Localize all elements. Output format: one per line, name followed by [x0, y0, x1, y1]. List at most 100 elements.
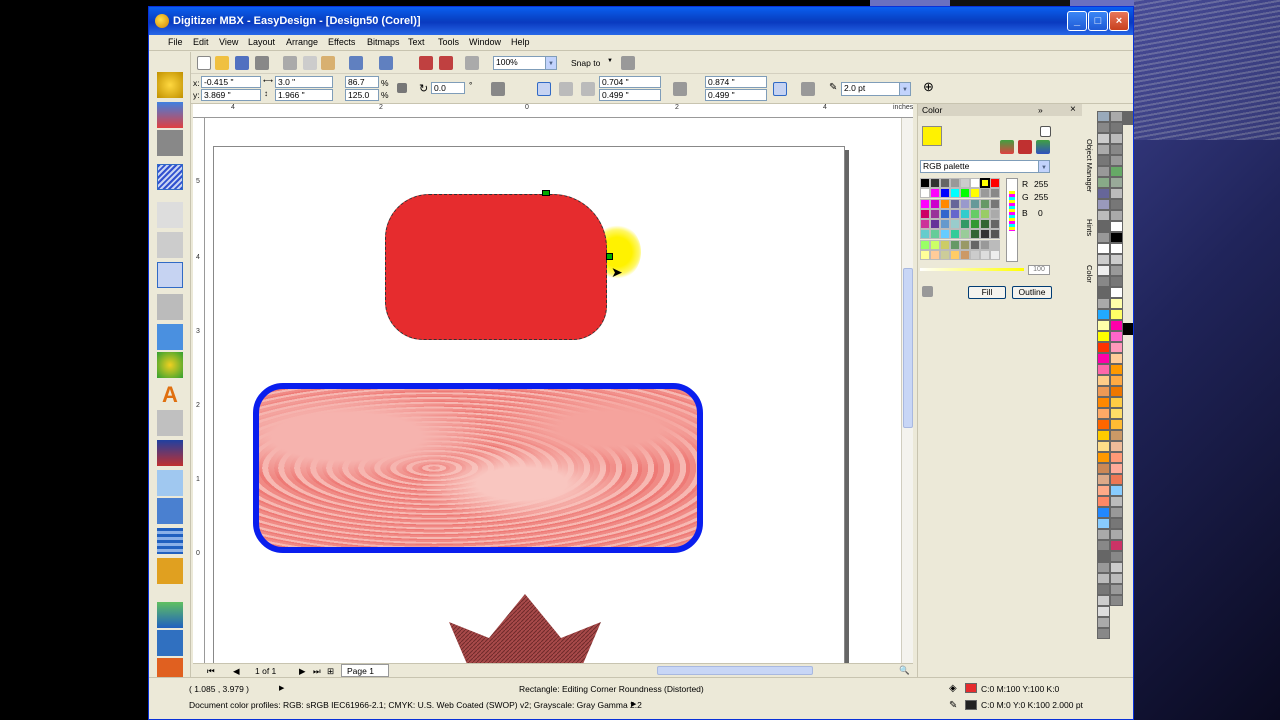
snap-to-label[interactable]: Snap to — [571, 58, 600, 68]
menu-text[interactable]: Text — [408, 37, 425, 47]
add-page-icon[interactable]: ⊞ — [327, 666, 334, 677]
palette-view-icon[interactable] — [1036, 140, 1050, 154]
stitch-tool-icon[interactable] — [157, 130, 183, 156]
maximize-button[interactable]: □ — [1088, 11, 1108, 31]
corner-radius-top-left[interactable]: 0.704 " — [599, 76, 661, 88]
tab-object-manager[interactable]: Object Manager — [1082, 139, 1094, 192]
color-model-icon[interactable] — [1000, 140, 1014, 154]
redo-icon[interactable] — [379, 56, 393, 70]
menu-arrange[interactable]: Arrange — [286, 37, 318, 47]
import-stitch-icon[interactable] — [157, 602, 183, 628]
first-page-icon[interactable]: ⏮ — [207, 666, 215, 677]
knife-tool-icon[interactable] — [157, 294, 183, 320]
horizontal-scroll-thumb[interactable] — [657, 666, 813, 675]
red-rounded-rectangle[interactable] — [385, 194, 607, 340]
export-icon[interactable] — [439, 56, 453, 70]
fill-color-swatch[interactable] — [965, 683, 977, 693]
expand-docker-icon[interactable]: » — [1038, 105, 1043, 115]
color-palette-strip[interactable] — [1097, 111, 1110, 681]
play-icon[interactable] — [1040, 126, 1051, 137]
menu-tools[interactable]: Tools — [438, 37, 459, 47]
outline-tool-icon[interactable] — [157, 498, 183, 524]
machine-icon[interactable] — [157, 630, 183, 656]
height-field[interactable]: 1.966 " — [275, 89, 333, 101]
fill-stitch-tool-icon[interactable] — [157, 164, 183, 190]
outline-width-combo[interactable]: 2.0 pt ▼ — [841, 82, 911, 96]
menu-window[interactable]: Window — [469, 37, 501, 47]
corner-radius-bottom-left[interactable]: 0.499 " — [599, 89, 661, 101]
tint-slider[interactable] — [920, 268, 1024, 271]
wizard-tool-icon[interactable] — [157, 102, 183, 128]
zoom-combo[interactable]: 100% ▼ — [493, 56, 557, 70]
corner-node-handle[interactable] — [542, 190, 550, 196]
chevron-down-icon[interactable]: ▼ — [545, 57, 556, 69]
tab-color[interactable]: Color — [1082, 265, 1094, 283]
lock-icon[interactable] — [922, 286, 933, 297]
r-value[interactable]: 255 — [1034, 179, 1048, 189]
copy-icon[interactable] — [303, 56, 317, 70]
outline-color-swatch[interactable] — [965, 700, 977, 710]
options-icon[interactable] — [621, 56, 635, 70]
menu-bitmaps[interactable]: Bitmaps — [367, 37, 400, 47]
menu-view[interactable]: View — [219, 37, 238, 47]
palette-grid[interactable] — [920, 178, 1002, 260]
title-bar[interactable]: Digitizer MBX - EasyDesign - [Design50 (… — [149, 7, 1133, 35]
menu-help[interactable]: Help — [511, 37, 530, 47]
eraser-tool-icon[interactable] — [157, 410, 183, 436]
close-docker-icon[interactable]: × — [1070, 104, 1076, 115]
palette-scroll[interactable] — [1006, 178, 1018, 262]
menu-edit[interactable]: Edit — [193, 37, 209, 47]
print-icon[interactable] — [255, 56, 269, 70]
page-tab[interactable]: Page 1 — [341, 664, 389, 677]
y-position-field[interactable]: 3.869 " — [201, 89, 261, 101]
cut-icon[interactable] — [283, 56, 297, 70]
play-icon[interactable]: ▶ — [631, 700, 636, 708]
bucket-tool-icon[interactable] — [157, 558, 183, 584]
vertical-ruler[interactable]: 5 4 3 2 1 0 — [193, 118, 205, 663]
width-field[interactable]: 3.0 " — [275, 76, 333, 88]
g-value[interactable]: 255 — [1034, 192, 1048, 202]
last-page-icon[interactable]: ⏭ — [313, 666, 321, 677]
round-corner-icon[interactable] — [537, 82, 551, 96]
vertical-scroll-thumb[interactable] — [903, 268, 913, 428]
fill-button[interactable]: Fill — [968, 286, 1006, 299]
drawing-canvas[interactable]: ➤ — [205, 118, 901, 663]
menu-file[interactable]: File — [168, 37, 183, 47]
menu-effects[interactable]: Effects — [328, 37, 355, 47]
play-icon[interactable]: ▶ — [279, 684, 284, 692]
outline-button[interactable]: Outline — [1012, 286, 1052, 299]
app-launcher-icon[interactable] — [465, 56, 479, 70]
wrap-text-icon[interactable] — [801, 82, 815, 96]
color-palette-strip[interactable] — [1110, 111, 1123, 681]
palette-black-swatch[interactable] — [1123, 323, 1133, 335]
b-value[interactable]: 0 — [1038, 208, 1043, 218]
scale-x-field[interactable]: 86.7 — [345, 76, 379, 88]
save-icon[interactable] — [235, 56, 249, 70]
scale-y-field[interactable]: 125.0 — [345, 89, 379, 101]
vertical-scrollbar[interactable] — [901, 118, 913, 663]
hand-tool-icon[interactable] — [157, 202, 183, 228]
text-tool-icon[interactable]: A — [157, 382, 183, 408]
corner-radius-bottom-right[interactable]: 0.499 " — [705, 89, 767, 101]
angle-field[interactable]: 0.0 — [431, 82, 465, 94]
corner-node-handle[interactable] — [606, 253, 613, 260]
open-icon[interactable] — [215, 56, 229, 70]
lock-ratio-icon[interactable] — [397, 83, 407, 93]
new-icon[interactable] — [197, 56, 211, 70]
tint-value[interactable]: 100 — [1028, 265, 1050, 275]
color-harmony-icon[interactable] — [1018, 140, 1032, 154]
x-position-field[interactable]: -0.415 " — [201, 76, 261, 88]
digitize-tool-icon[interactable] — [157, 72, 183, 98]
import-icon[interactable] — [419, 56, 433, 70]
textured-rounded-rectangle[interactable] — [253, 383, 703, 553]
eyedropper-tool-icon[interactable] — [157, 470, 183, 496]
color-profiles[interactable]: Document color profiles: RGB: sRGB IEC61… — [189, 700, 642, 710]
corner-radius-top-right[interactable]: 0.874 " — [705, 76, 767, 88]
chevron-down-icon[interactable]: ▼ — [1038, 161, 1049, 172]
paste-icon[interactable] — [321, 56, 335, 70]
minimize-button[interactable]: _ — [1067, 11, 1087, 31]
fill-tool-icon[interactable] — [157, 528, 183, 554]
palette-select[interactable]: RGB palette ▼ — [920, 160, 1050, 173]
horizontal-ruler[interactable]: 4 2 0 2 4 inches — [193, 104, 913, 118]
crown-shape[interactable] — [449, 594, 601, 663]
